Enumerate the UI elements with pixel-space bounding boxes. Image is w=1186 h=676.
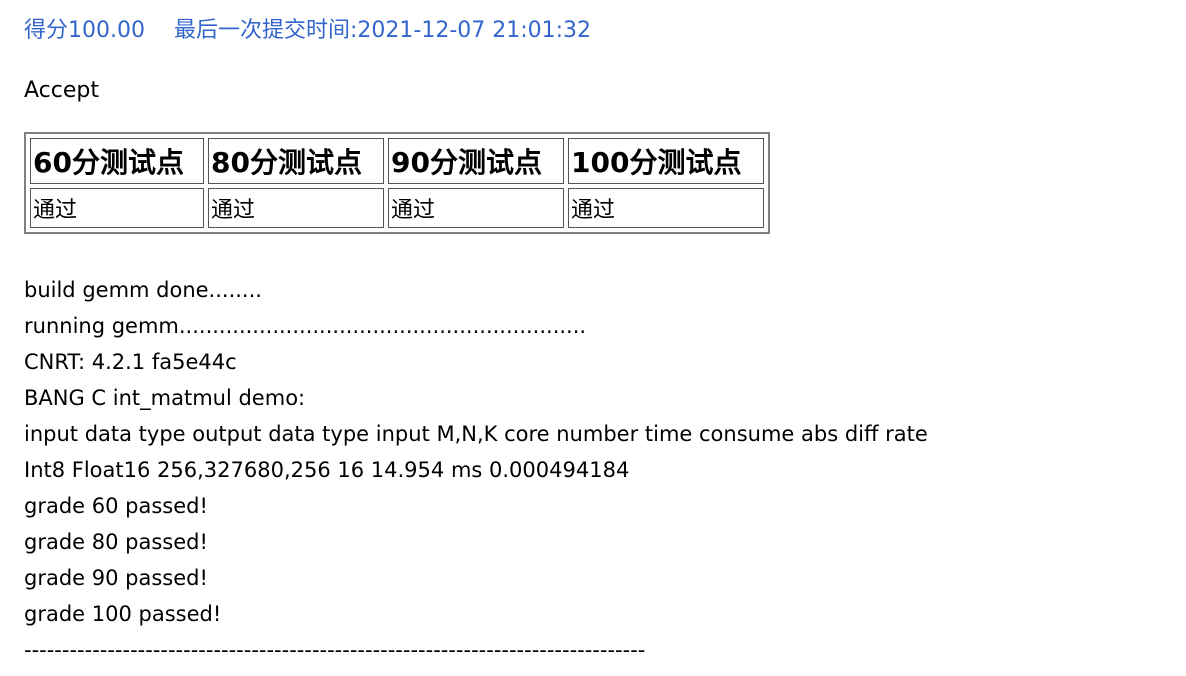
result-cell: 通过 (568, 188, 764, 228)
header-cell: 60分测试点 (30, 138, 204, 184)
log-line: BANG C int_matmul demo: (24, 386, 306, 410)
submission-header: 得分100.00 最后一次提交时间:2021-12-07 21:01:32 (24, 16, 591, 46)
log-line: grade 80 passed! (24, 530, 208, 554)
table-header-row: 60分测试点 80分测试点 90分测试点 100分测试点 (30, 138, 764, 184)
log-line: grade 100 passed! (24, 602, 222, 626)
log-line: input data type output data type input M… (24, 422, 928, 446)
log-separator: ----------------------------------------… (24, 638, 646, 662)
log-line: grade 60 passed! (24, 494, 208, 518)
log-line: running gemm............................… (24, 314, 587, 338)
test-results-table: 60分测试点 80分测试点 90分测试点 100分测试点 通过 通过 通过 通过 (24, 132, 770, 234)
score-text: 得分100.00 (24, 18, 145, 43)
log-line: build gemm done........ (24, 278, 262, 302)
result-cell: 通过 (30, 188, 204, 228)
last-submit-time: 最后一次提交时间:2021-12-07 21:01:32 (173, 18, 592, 43)
table-row: 通过 通过 通过 通过 (30, 188, 764, 228)
log-line: CNRT: 4.2.1 fa5e44c (24, 350, 237, 374)
result-cell: 通过 (208, 188, 384, 228)
header-cell: 80分测试点 (208, 138, 384, 184)
log-line: Int8 Float16 256,327680,256 16 14.954 ms… (24, 458, 630, 482)
header-cell: 90分测试点 (388, 138, 564, 184)
log-line: grade 90 passed! (24, 566, 208, 590)
result-cell: 通过 (388, 188, 564, 228)
result-status: Accept (24, 78, 99, 103)
header-cell: 100分测试点 (568, 138, 764, 184)
output-log: build gemm done........ running gemm....… (24, 272, 928, 668)
